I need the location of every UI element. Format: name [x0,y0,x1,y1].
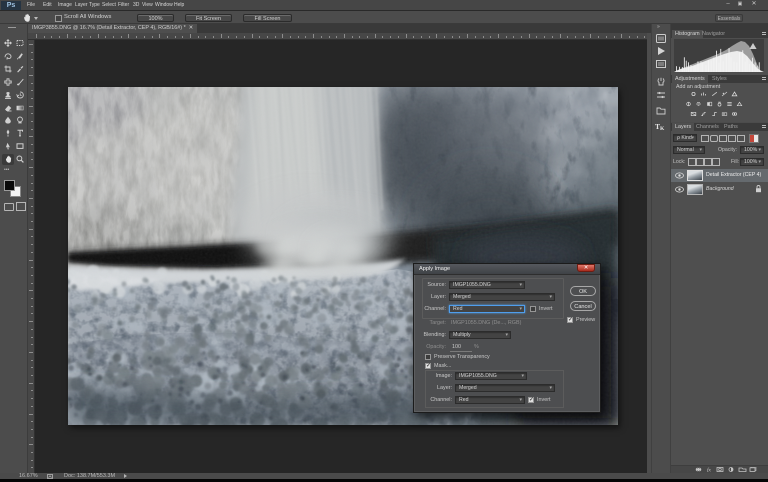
svg-text:fx: fx [707,467,712,472]
